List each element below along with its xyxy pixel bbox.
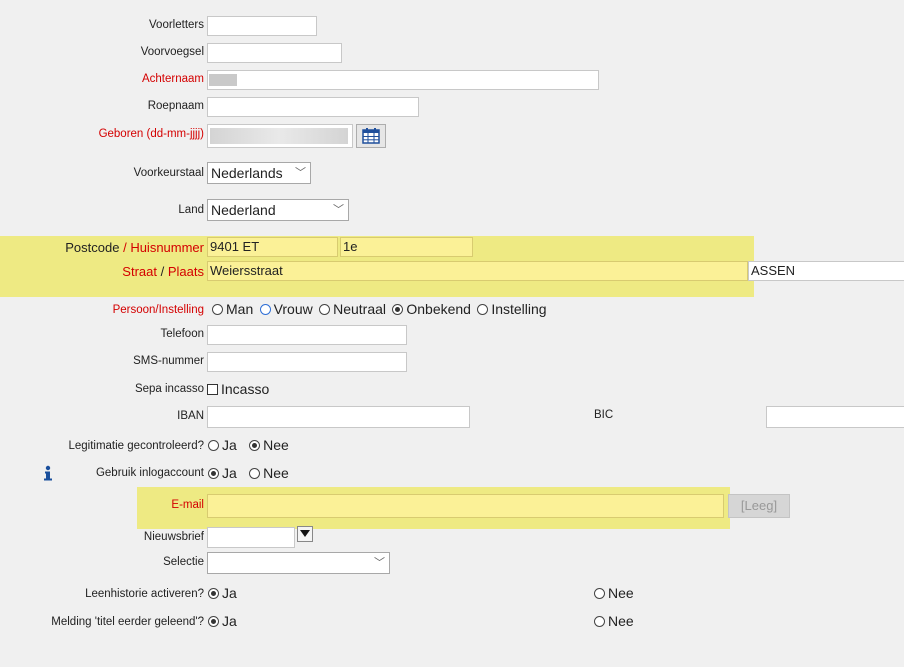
- postcode-huisnummer-label: Postcode / Huisnummer: [65, 240, 204, 255]
- chevron-down-icon: ﹀: [295, 167, 306, 179]
- voorletters-field[interactable]: [207, 16, 317, 36]
- huisnummer-field[interactable]: 1e: [340, 237, 473, 257]
- radio-melding-nee[interactable]: Nee: [594, 613, 637, 629]
- nieuwsbrief-dropdown-button[interactable]: [297, 526, 313, 542]
- land-label: Land: [178, 204, 204, 216]
- geboren-label: Geboren (dd-mm-jjjj): [98, 128, 204, 140]
- radio-inlog-ja[interactable]: Ja: [208, 465, 240, 481]
- land-select[interactable]: Nederland ﹀: [207, 199, 349, 221]
- roepnaam-field[interactable]: [207, 97, 419, 117]
- triangle-down-icon: [297, 526, 313, 542]
- calendar-icon: [362, 128, 380, 144]
- radio-leenhistorie-ja[interactable]: Ja: [208, 585, 240, 601]
- voorvoegsel-field[interactable]: [207, 43, 342, 63]
- radio-legitimatie-nee[interactable]: Nee: [249, 437, 292, 453]
- selectie-select[interactable]: ﹀: [207, 552, 390, 574]
- legitimatie-radio-group: Ja Nee: [208, 437, 292, 453]
- radio-vrouw[interactable]: Vrouw: [259, 301, 316, 317]
- achternaam-label: Achternaam: [141, 73, 204, 85]
- bic-label: BIC: [594, 409, 614, 421]
- incasso-checkbox[interactable]: Incasso: [207, 381, 272, 397]
- land-value: Nederland: [211, 202, 276, 218]
- inlog-radio-group: Ja Nee: [208, 465, 292, 481]
- voorkeurstaal-select[interactable]: Nederlands ﹀: [207, 162, 311, 184]
- info-icon[interactable]: [42, 465, 54, 481]
- postcode-field[interactable]: 9401 ET: [207, 237, 338, 257]
- roepnaam-label: Roepnaam: [147, 100, 204, 112]
- inlog-label: Gebruik inlogaccount: [95, 467, 204, 479]
- melding-label: Melding 'titel eerder geleend'?: [51, 616, 204, 628]
- geboren-field[interactable]: [207, 124, 353, 148]
- nieuwsbrief-field[interactable]: [207, 527, 295, 548]
- radio-melding-ja[interactable]: Ja: [208, 613, 240, 629]
- email-field[interactable]: [207, 494, 724, 518]
- email-leeg-button[interactable]: [Leeg]: [728, 494, 790, 518]
- legitimatie-label: Legitimatie gecontroleerd?: [68, 440, 204, 452]
- leenhistorie-label: Leenhistorie activeren?: [85, 588, 204, 600]
- sepa-label: Sepa incasso: [134, 383, 204, 395]
- radio-onbekend[interactable]: Onbekend: [392, 301, 474, 317]
- selectie-label: Selectie: [163, 556, 204, 568]
- straat-field[interactable]: Weiersstraat: [207, 261, 748, 281]
- straat-label: Straat: [122, 264, 157, 279]
- radio-neutraal[interactable]: Neutraal: [319, 301, 389, 317]
- slash-separator: /: [160, 264, 165, 279]
- voorkeurstaal-label: Voorkeurstaal: [133, 167, 204, 179]
- radio-man[interactable]: Man: [212, 301, 256, 317]
- huisnummer-label: Huisnummer: [130, 240, 204, 255]
- nieuwsbrief-label: Nieuwsbrief: [143, 531, 204, 543]
- radio-legitimatie-ja[interactable]: Ja: [208, 437, 240, 453]
- postcode-label: Postcode: [65, 240, 120, 255]
- voorletters-label: Voorletters: [149, 19, 204, 31]
- achternaam-field[interactable]: [207, 70, 599, 90]
- radio-leenhistorie-nee[interactable]: Nee: [594, 585, 637, 601]
- iban-field[interactable]: [207, 406, 470, 428]
- email-label: E-mail: [171, 499, 204, 511]
- redacted-value: [210, 128, 348, 144]
- telefoon-field[interactable]: [207, 325, 407, 345]
- persoon-radio-group: Man Vrouw Neutraal Onbekend Instelling: [212, 301, 550, 317]
- sms-field[interactable]: [207, 352, 407, 372]
- plaats-field[interactable]: ASSEN: [748, 261, 904, 281]
- chevron-down-icon: ﹀: [374, 557, 385, 569]
- voorkeurstaal-value: Nederlands: [211, 165, 283, 181]
- voorvoegsel-label: Voorvoegsel: [140, 46, 204, 58]
- bic-field[interactable]: [766, 406, 904, 428]
- slash-separator: /: [123, 240, 127, 255]
- plaats-label: Plaats: [167, 264, 204, 279]
- chevron-down-icon: ﹀: [333, 204, 344, 216]
- telefoon-label: Telefoon: [160, 328, 204, 340]
- radio-instelling[interactable]: Instelling: [477, 301, 549, 317]
- redacted-value: [209, 74, 237, 86]
- radio-inlog-nee[interactable]: Nee: [249, 465, 292, 481]
- iban-label: IBAN: [177, 410, 204, 422]
- persoon-label: Persoon/Instelling: [112, 304, 204, 316]
- calendar-button[interactable]: [356, 124, 386, 148]
- straat-plaats-label: Straat / Plaats: [122, 264, 204, 279]
- sms-label: SMS-nummer: [133, 355, 204, 367]
